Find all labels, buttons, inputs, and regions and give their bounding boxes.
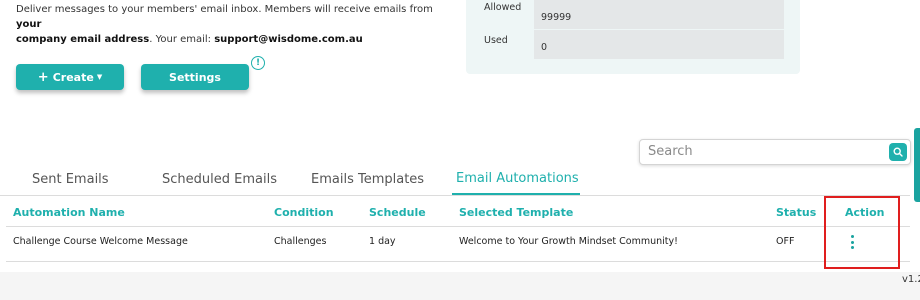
header-status: Status — [776, 206, 817, 219]
allowed-value: 99999 — [534, 0, 784, 29]
allowed-label: Allowed — [484, 2, 522, 13]
tab-email-automations[interactable]: Email Automations — [456, 171, 579, 186]
cell-automation-name: Challenge Course Welcome Message — [13, 236, 188, 247]
cell-status: OFF — [776, 236, 795, 247]
intro-line1-bold: your — [16, 19, 42, 30]
tab-emails-templates[interactable]: Emails Templates — [311, 172, 424, 187]
header-selected-template: Selected Template — [459, 206, 574, 219]
cell-condition: Challenges — [274, 236, 327, 247]
active-tab-indicator — [452, 193, 580, 195]
intro-line2-bold: company email address — [16, 34, 150, 45]
header-automation-name: Automation Name — [13, 206, 125, 219]
search-button[interactable] — [889, 143, 907, 161]
action-column-highlight — [824, 196, 900, 269]
header-divider — [6, 226, 910, 227]
tab-scheduled-emails[interactable]: Scheduled Emails — [162, 172, 277, 187]
cell-selected-template: Welcome to Your Growth Mindset Community… — [459, 236, 678, 247]
quota-panel: Allowed 99999 Used 0 — [466, 0, 800, 74]
intro-line1: Deliver messages to your members' email … — [16, 4, 433, 15]
header-condition: Condition — [274, 206, 334, 219]
caret-down-icon: ▼ — [96, 73, 103, 81]
cell-schedule: 1 day — [369, 236, 396, 247]
version-label: v1.2. — [902, 274, 920, 285]
intro-line2: . Your email: — [149, 34, 215, 45]
used-label: Used — [484, 35, 508, 46]
info-icon[interactable]: ! — [251, 56, 265, 70]
intro-text: Deliver messages to your members' email … — [16, 2, 456, 47]
search-icon — [893, 147, 903, 157]
footer-bar — [0, 272, 920, 300]
search-input[interactable] — [648, 144, 878, 159]
tab-sent-emails[interactable]: Sent Emails — [32, 172, 109, 187]
create-button-label: Create — [52, 70, 94, 84]
tab-bar: Sent Emails Scheduled Emails Emails Temp… — [0, 168, 910, 196]
header-schedule: Schedule — [369, 206, 426, 219]
scrollbar-thumb[interactable] — [914, 128, 920, 202]
row-divider — [6, 261, 910, 262]
search-box — [639, 139, 911, 165]
settings-button-label: Settings — [169, 70, 221, 84]
settings-button[interactable]: Settings — [141, 64, 249, 90]
plus-icon: + — [37, 69, 49, 85]
support-email: support@wisdome.com.au — [214, 34, 363, 45]
used-value: 0 — [534, 30, 784, 59]
create-button[interactable]: + Create ▼ — [16, 64, 124, 90]
